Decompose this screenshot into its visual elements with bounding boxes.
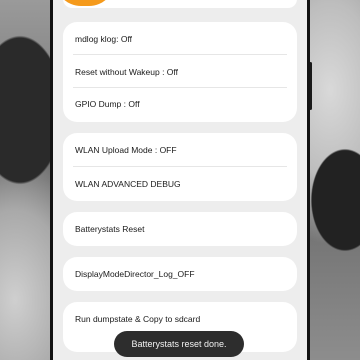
menu-item-display-mode-director-log[interactable]: DisplayModeDirector_Log_OFF	[75, 268, 287, 280]
divider	[73, 166, 287, 167]
toast-message: Batterystats reset done.	[114, 331, 244, 357]
menu-item-gpio-dump[interactable]: GPIO Dump : Off	[75, 98, 287, 110]
phone-screen: mdlog klog: Off Reset without Wakeup : O…	[50, 0, 310, 360]
card-wlan-options: WLAN Upload Mode : OFF WLAN ADVANCED DEB…	[63, 133, 297, 201]
menu-item-wlan-advanced-debug[interactable]: WLAN ADVANCED DEBUG	[75, 178, 287, 190]
card-display-mode-director: DisplayModeDirector_Log_OFF	[63, 257, 297, 291]
divider	[73, 54, 287, 55]
menu-item-reset-without-wakeup[interactable]: Reset without Wakeup : Off	[75, 66, 287, 78]
menu-item-wlan-upload-mode[interactable]: WLAN Upload Mode : OFF	[75, 144, 287, 156]
menu-item-batterystats-reset[interactable]: Batterystats Reset	[75, 223, 287, 235]
card-debug-options: mdlog klog: Off Reset without Wakeup : O…	[63, 22, 297, 122]
menu-item-run-dumpstate[interactable]: Run dumpstate & Copy to sdcard	[75, 313, 287, 325]
menu-item-mdlog-klog[interactable]: mdlog klog: Off	[75, 33, 287, 45]
card-batterystats-reset: Batterystats Reset	[63, 212, 297, 246]
divider	[73, 87, 287, 88]
